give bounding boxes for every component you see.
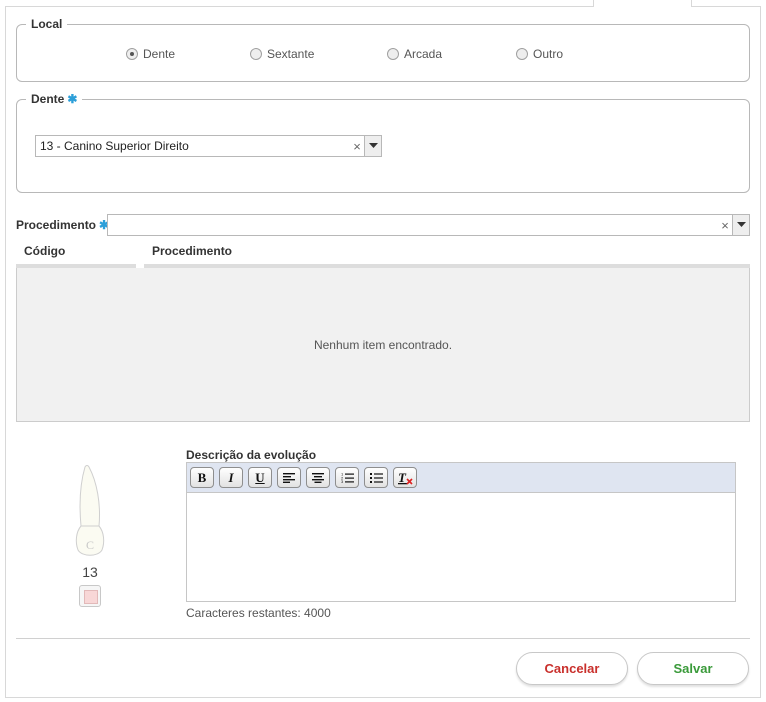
dente-legend: Dente ✱ <box>26 92 83 106</box>
local-fieldset: Local Dente Sextante Arcada Outro <box>16 17 750 82</box>
radio-label: Outro <box>533 47 564 61</box>
dente-select-value: 13 - Canino Superior Direito <box>40 139 189 153</box>
radio-dente[interactable]: Dente <box>126 47 175 61</box>
cancel-button[interactable]: Cancelar <box>516 652 628 685</box>
chevron-down-icon[interactable] <box>732 215 749 235</box>
radio-dot[interactable] <box>387 48 399 60</box>
align-center-icon[interactable] <box>306 467 330 488</box>
bold-icon[interactable]: B <box>190 467 214 488</box>
procedures-table-body: Nenhum item encontrado. <box>16 268 750 422</box>
active-tab-stub[interactable] <box>593 0 692 7</box>
italic-icon[interactable]: I <box>219 467 243 488</box>
underline-icon[interactable]: U <box>248 467 272 488</box>
chars-remaining: Caracteres restantes: 4000 <box>186 606 331 620</box>
tooth-icon[interactable]: C <box>70 464 110 563</box>
chevron-down-icon[interactable] <box>364 136 381 156</box>
editor-toolbar: B I U 123 T <box>187 463 735 493</box>
svg-text:T: T <box>398 471 407 485</box>
footer-divider <box>16 638 750 639</box>
radio-label: Dente <box>143 47 176 61</box>
save-button[interactable]: Salvar <box>637 652 749 685</box>
align-left-icon[interactable] <box>277 467 301 488</box>
radio-dot[interactable] <box>516 48 528 60</box>
procedimento-label: Procedimento ✱ <box>16 218 109 232</box>
required-mark: ✱ <box>67 92 78 106</box>
column-header-codigo[interactable]: Código <box>24 244 65 258</box>
clear-icon[interactable]: × <box>718 218 732 233</box>
radio-sextante[interactable]: Sextante <box>250 47 314 61</box>
dente-legend-text: Dente <box>31 92 65 106</box>
remove-format-icon[interactable]: T <box>393 467 417 488</box>
radio-dot[interactable] <box>250 48 262 60</box>
column-header-procedimento[interactable]: Procedimento <box>152 244 232 258</box>
tooth-crown-letter: C <box>86 538 94 552</box>
panel-top-border <box>5 6 594 7</box>
radio-label: Arcada <box>404 47 443 61</box>
empty-message: Nenhum item encontrado. <box>313 337 453 352</box>
descricao-textarea[interactable] <box>187 493 735 601</box>
svg-text:3: 3 <box>341 479 344 483</box>
procedimento-select[interactable]: × <box>107 214 750 236</box>
tooth-number: 13 <box>82 564 98 580</box>
dente-fieldset: Dente ✱ 13 - Canino Superior Direito × <box>16 92 750 193</box>
dente-select[interactable]: 13 - Canino Superior Direito × <box>35 135 382 157</box>
radio-dot-selected[interactable] <box>126 48 138 60</box>
ordered-list-icon[interactable]: 123 <box>335 467 359 488</box>
radio-label: Sextante <box>267 47 315 61</box>
descricao-editor: B I U 123 T <box>186 462 736 602</box>
procedimento-label-text: Procedimento <box>16 218 97 232</box>
local-legend: Local <box>26 17 68 31</box>
panel-top-border-right <box>692 6 761 7</box>
descricao-label: Descrição da evolução <box>186 448 317 462</box>
tooth-status-checkbox[interactable] <box>79 585 101 607</box>
unordered-list-icon[interactable] <box>364 467 388 488</box>
radio-arcada[interactable]: Arcada <box>387 47 442 61</box>
clear-icon[interactable]: × <box>350 139 364 154</box>
radio-outro[interactable]: Outro <box>516 47 563 61</box>
